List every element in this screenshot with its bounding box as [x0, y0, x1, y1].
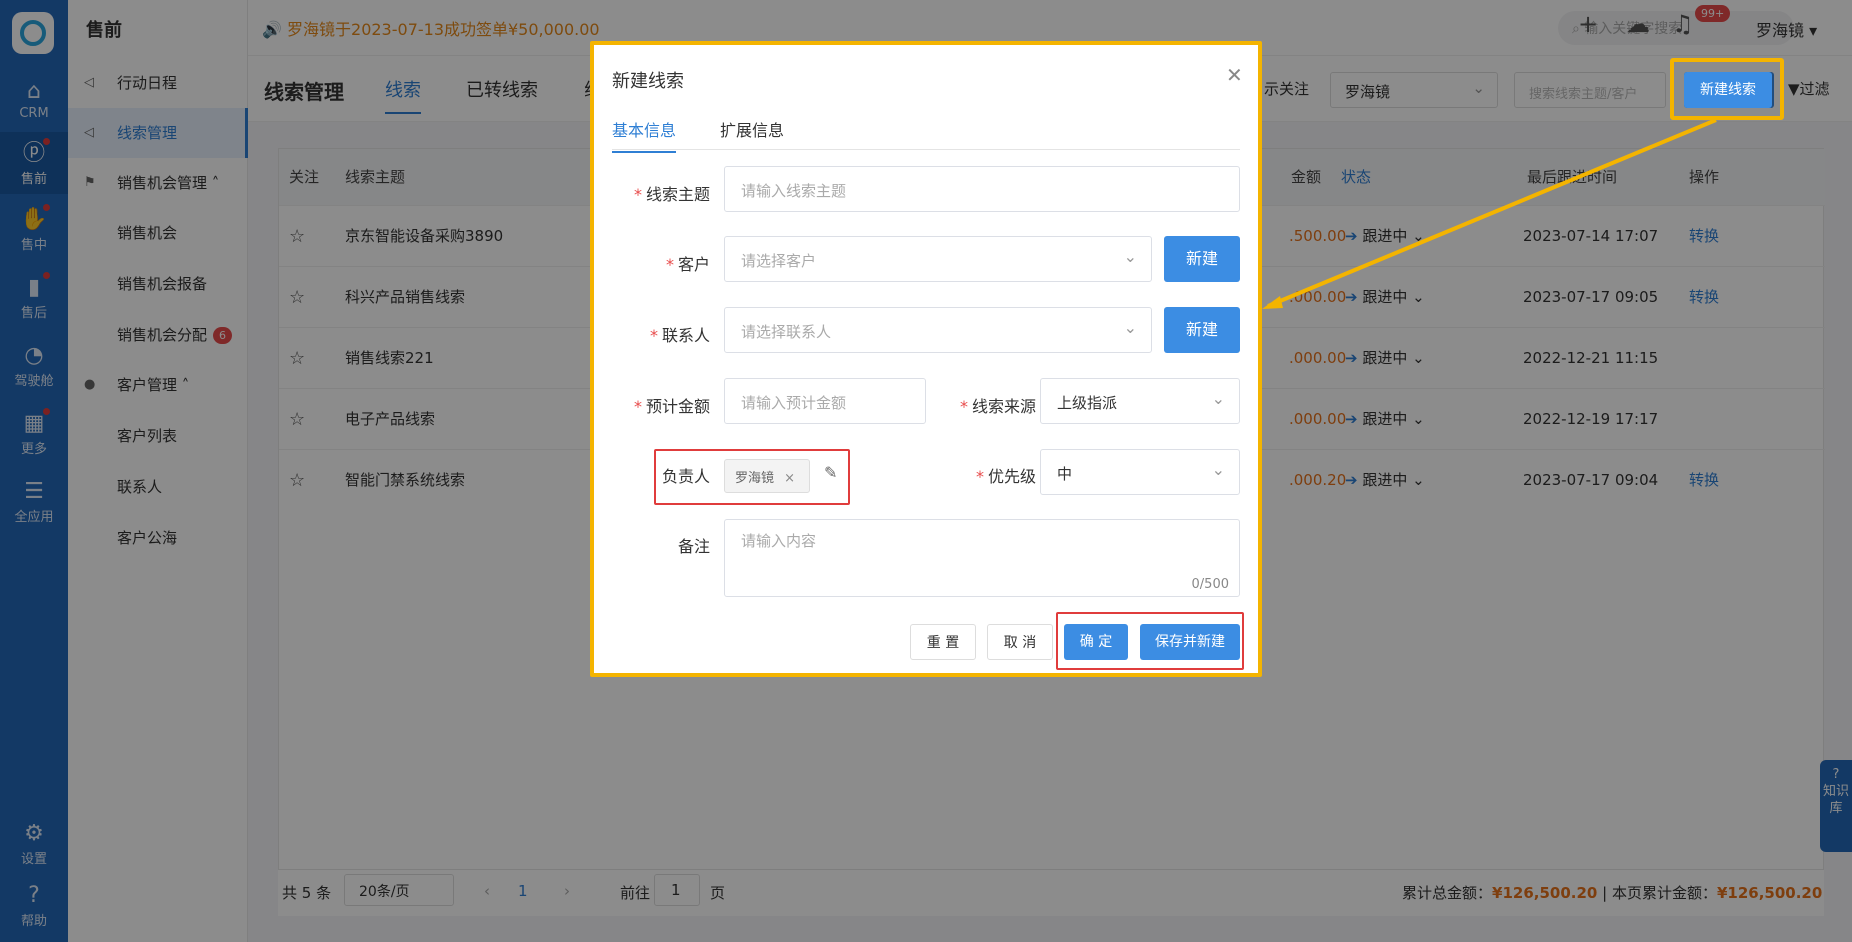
reset-button[interactable]: 重 置 [910, 624, 976, 660]
new-lead-dialog: 新建线索 ✕ 基本信息 扩展信息 * 线索主题 请输入线索主题 * 客户 请选择客户… [590, 41, 1262, 677]
remark-label: 备注 [677, 537, 710, 556]
confirm-button[interactable]: 确 定 [1064, 624, 1128, 660]
tab-divider [612, 149, 1240, 150]
owner-tag: 罗海镜 × [724, 459, 810, 493]
edit-icon[interactable]: ✎ [824, 463, 837, 482]
customer-select[interactable]: 请选择客户 ⌄ [724, 236, 1152, 282]
amount-label: * 预计金额 [633, 397, 710, 416]
remark-textarea[interactable]: 请输入内容 0/500 [724, 519, 1240, 597]
save-and-new-button[interactable]: 保存并新建 [1140, 624, 1240, 660]
subject-label: * 线索主题 [633, 185, 710, 204]
owner-label: 负责人 [662, 467, 711, 486]
priority-label: * 优先级 [975, 467, 1036, 486]
priority-select[interactable]: 中 ⌄ [1040, 449, 1240, 495]
chevron-down-icon: ⌄ [1123, 247, 1137, 266]
tag-close-icon[interactable]: × [784, 471, 795, 486]
chevron-down-icon: ⌄ [1211, 460, 1225, 479]
source-label: * 线索来源 [959, 397, 1036, 416]
tab-extended-info[interactable]: 扩展信息 [720, 117, 784, 141]
cancel-button[interactable]: 取 消 [987, 624, 1053, 660]
new-customer-button[interactable]: 新建 [1164, 236, 1240, 282]
contact-label: * 联系人 [649, 326, 710, 345]
char-counter: 0/500 [1191, 577, 1229, 592]
subject-input[interactable]: 请输入线索主题 [724, 166, 1240, 212]
dialog-title: 新建线索 [612, 71, 684, 92]
customer-label: * 客户 [665, 255, 710, 274]
source-select[interactable]: 上级指派 ⌄ [1040, 378, 1240, 424]
chevron-down-icon: ⌄ [1211, 389, 1225, 408]
contact-select[interactable]: 请选择联系人 ⌄ [724, 307, 1152, 353]
chevron-down-icon: ⌄ [1123, 318, 1137, 337]
close-icon[interactable]: ✕ [1226, 63, 1243, 87]
amount-input[interactable]: 请输入预计金额 [724, 378, 926, 424]
new-contact-button[interactable]: 新建 [1164, 307, 1240, 353]
tab-basic-info[interactable]: 基本信息 [612, 117, 677, 153]
